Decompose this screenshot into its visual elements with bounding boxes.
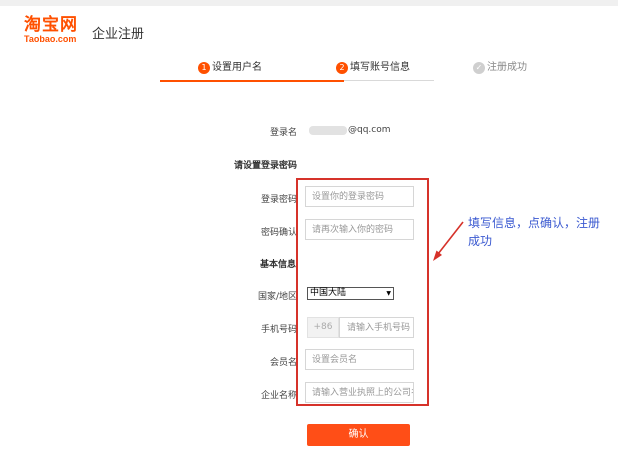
confirm-button[interactable]: 确认 xyxy=(307,424,410,446)
annotation-note: 填写信息，点确认，注册成功 xyxy=(468,216,601,248)
